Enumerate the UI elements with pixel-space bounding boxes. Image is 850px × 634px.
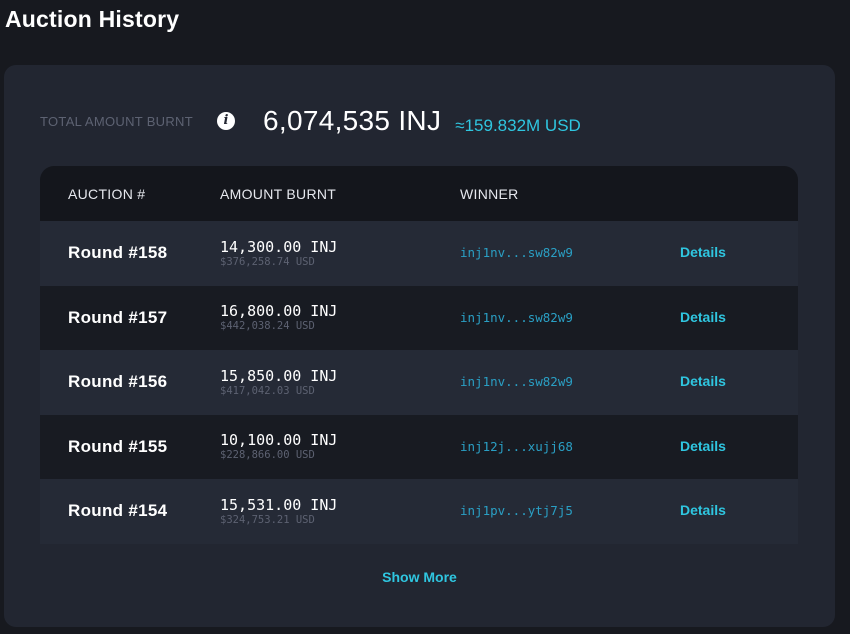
header-winner: WINNER bbox=[460, 185, 519, 202]
total-burnt-usd: ≈159.832M USD bbox=[455, 116, 581, 135]
winner-address-link[interactable]: inj12j...xujj68 bbox=[460, 439, 573, 454]
table-row: Round #158 14,300.00 INJ $376,258.74 USD… bbox=[40, 221, 798, 286]
round-number: Round #157 bbox=[68, 307, 168, 327]
amount-usd: $376,258.74 USD bbox=[220, 255, 315, 268]
details-button[interactable]: Details bbox=[680, 309, 726, 325]
auction-table: AUCTION # AMOUNT BURNT WINNER Round #158… bbox=[40, 166, 798, 544]
show-more-button[interactable]: Show More bbox=[4, 569, 835, 585]
total-burnt-label: TOTAL AMOUNT BURNT bbox=[40, 113, 193, 129]
details-button[interactable]: Details bbox=[680, 502, 726, 518]
amount-burnt: 15,531.00 INJ bbox=[220, 495, 338, 514]
amount-burnt: 15,850.00 INJ bbox=[220, 366, 338, 385]
winner-address-link[interactable]: inj1nv...sw82w9 bbox=[460, 310, 573, 325]
round-number: Round #156 bbox=[68, 372, 168, 392]
amount-usd: $442,038.24 USD bbox=[220, 320, 315, 333]
table-row: Round #157 16,800.00 INJ $442,038.24 USD… bbox=[40, 285, 798, 350]
round-number: Round #155 bbox=[68, 436, 168, 456]
round-number: Round #158 bbox=[68, 243, 168, 263]
winner-address-link[interactable]: inj1pv...ytj7j5 bbox=[460, 503, 573, 518]
amount-burnt: 14,300.00 INJ bbox=[220, 237, 338, 256]
total-burnt-summary: TOTAL AMOUNT BURNT i 6,074,535 INJ ≈159.… bbox=[40, 103, 581, 139]
amount-burnt: 16,800.00 INJ bbox=[220, 302, 338, 321]
amount-usd: $228,866.00 USD bbox=[220, 449, 315, 462]
header-auction: AUCTION # bbox=[68, 185, 146, 202]
table-row: Round #155 10,100.00 INJ $228,866.00 USD… bbox=[40, 414, 798, 479]
amount-usd: $324,753.21 USD bbox=[220, 513, 315, 526]
table-row: Round #156 15,850.00 INJ $417,042.03 USD… bbox=[40, 350, 798, 415]
total-burnt-amount: 6,074,535 INJ bbox=[263, 105, 442, 136]
winner-address-link[interactable]: inj1nv...sw82w9 bbox=[460, 374, 573, 389]
table-header: AUCTION # AMOUNT BURNT WINNER bbox=[40, 166, 798, 221]
details-button[interactable]: Details bbox=[680, 438, 726, 454]
auction-history-panel: TOTAL AMOUNT BURNT i 6,074,535 INJ ≈159.… bbox=[4, 65, 835, 627]
round-number: Round #154 bbox=[68, 501, 168, 521]
details-button[interactable]: Details bbox=[680, 244, 726, 260]
winner-address-link[interactable]: inj1nv...sw82w9 bbox=[460, 245, 573, 260]
info-icon[interactable]: i bbox=[217, 112, 235, 130]
amount-burnt: 10,100.00 INJ bbox=[220, 431, 338, 450]
details-button[interactable]: Details bbox=[680, 373, 726, 389]
amount-usd: $417,042.03 USD bbox=[220, 384, 315, 397]
page-title: Auction History bbox=[5, 6, 180, 32]
table-row: Round #154 15,531.00 INJ $324,753.21 USD… bbox=[40, 479, 798, 544]
header-amount-burnt: AMOUNT BURNT bbox=[220, 185, 337, 202]
